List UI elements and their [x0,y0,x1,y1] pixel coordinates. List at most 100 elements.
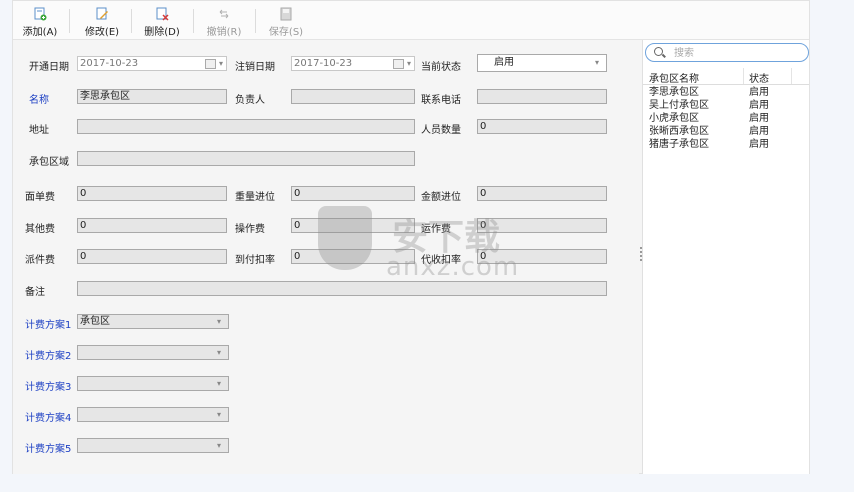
list-row[interactable]: 张晰西承包区 启用 [643,125,809,138]
staff-count-label: 人员数量 [421,125,461,136]
app-window: 添加(A) 修改(E) 删除(D) 撤销(R) 保存(S) 开通日期 2017-… [12,0,810,474]
staff-count-value: 0 [480,121,487,132]
weight-round-label: 重量进位 [235,192,275,203]
sheet-fee-value: 0 [80,188,87,199]
amount-round-input[interactable]: 0 [477,186,607,201]
add-button[interactable]: 添加(A) [17,5,63,38]
plan-2-select[interactable]: ▾ [77,345,229,360]
undo-button-label: 撤销(R) [206,27,242,38]
toolbar: 添加(A) 修改(E) 删除(D) 撤销(R) 保存(S) [13,1,809,40]
chevron-down-icon[interactable]: ▾ [588,55,606,71]
list-row[interactable]: 李思承包区 启用 [643,86,809,99]
column-header-name[interactable]: 承包区名称 [649,70,699,85]
column-divider [743,68,744,84]
remark-input[interactable] [77,281,607,296]
plan-4-select[interactable]: ▾ [77,407,229,422]
edit-button-label: 修改(E) [84,27,120,38]
cod-deduct-input[interactable]: 0 [291,249,415,264]
plan-5-select[interactable]: ▾ [77,438,229,453]
freight-value: 0 [480,220,487,231]
search-icon [654,47,663,56]
cancel-date-label: 注销日期 [235,62,275,73]
row-status: 启用 [749,100,769,111]
freight-label: 运作费 [421,224,451,235]
save-icon [280,7,292,21]
column-divider [791,68,792,84]
search-input[interactable] [672,46,796,61]
row-name: 李思承包区 [649,87,699,98]
chevron-down-icon[interactable]: ▾ [210,346,228,359]
phone-input[interactable] [477,89,607,104]
row-status: 启用 [749,87,769,98]
zone-list-panel: 承包区名称 状态 李思承包区 启用 吴上付承包区 启用 小虎承包区 启用 张晰西… [642,40,809,474]
list-header: 承包区名称 状态 [643,68,809,85]
calendar-icon[interactable] [393,59,404,69]
cod-deduct-value: 0 [294,251,301,262]
row-status: 启用 [749,126,769,137]
chevron-down-icon[interactable]: ▾ [210,439,228,452]
toolbar-divider [193,9,194,33]
row-name: 张晰西承包区 [649,126,709,137]
amount-round-label: 金额进位 [421,192,461,203]
list-row[interactable]: 小虎承包区 启用 [643,112,809,125]
status-label: 当前状态 [421,62,461,73]
plan-2-label: 计费方案2 [25,351,72,362]
manager-label: 负责人 [235,95,265,106]
save-button-label: 保存(S) [268,27,304,38]
operation-fee-label: 操作费 [235,224,265,235]
weight-round-input[interactable]: 0 [291,186,415,201]
list-row[interactable]: 猪唐子承包区 启用 [643,138,809,151]
region-label: 承包区域 [29,157,69,168]
list-row[interactable]: 吴上付承包区 启用 [643,99,809,112]
search-box[interactable] [645,43,809,62]
amount-round-value: 0 [480,188,487,199]
undo-icon [219,9,229,19]
open-date-picker[interactable]: 2017-10-23 ▾ [77,56,227,71]
open-date-label: 开通日期 [29,62,69,73]
staff-count-input[interactable]: 0 [477,119,607,134]
chevron-down-icon[interactable]: ▾ [404,57,414,70]
edit-button[interactable]: 修改(E) [79,5,125,38]
plan-3-select[interactable]: ▾ [77,376,229,391]
row-name: 吴上付承包区 [649,100,709,111]
delete-button[interactable]: 删除(D) [139,5,185,38]
sheet-fee-label: 面单费 [25,192,55,203]
plan-5-label: 计费方案5 [25,444,72,455]
row-status: 启用 [749,139,769,150]
plan-4-label: 计费方案4 [25,413,72,424]
freight-input[interactable]: 0 [477,218,607,233]
cancel-date-picker[interactable]: 2017-10-23 ▾ [291,56,415,71]
operation-fee-input[interactable]: 0 [291,218,415,233]
delete-icon [156,7,169,21]
status-select[interactable]: 启用 ▾ [477,54,607,72]
plan-1-select[interactable]: 承包区 ▾ [77,314,229,329]
toolbar-divider [255,9,256,33]
calendar-icon[interactable] [205,59,216,69]
edit-icon [96,7,108,20]
other-fee-input[interactable]: 0 [77,218,227,233]
chevron-down-icon[interactable]: ▾ [210,408,228,421]
toolbar-divider [131,9,132,33]
name-input[interactable]: 李思承包区 [77,89,227,104]
operation-fee-value: 0 [294,220,301,231]
chevron-down-icon[interactable]: ▾ [210,315,228,328]
phone-label: 联系电话 [421,95,461,106]
name-value: 李思承包区 [80,91,130,102]
collect-deduct-label: 代收扣率 [421,255,461,266]
address-label: 地址 [29,125,49,136]
delivery-fee-input[interactable]: 0 [77,249,227,264]
plan-3-label: 计费方案3 [25,382,72,393]
region-input[interactable] [77,151,415,166]
chevron-down-icon[interactable]: ▾ [216,57,226,70]
collect-deduct-input[interactable]: 0 [477,249,607,264]
undo-button[interactable]: 撤销(R) [201,5,247,38]
manager-input[interactable] [291,89,415,104]
column-header-status[interactable]: 状态 [749,70,769,85]
cod-deduct-label: 到付扣率 [235,255,275,266]
sheet-fee-input[interactable]: 0 [77,186,227,201]
weight-round-value: 0 [294,188,301,199]
chevron-down-icon[interactable]: ▾ [210,377,228,390]
other-fee-value: 0 [80,220,87,231]
address-input[interactable] [77,119,415,134]
save-button[interactable]: 保存(S) [263,5,309,38]
